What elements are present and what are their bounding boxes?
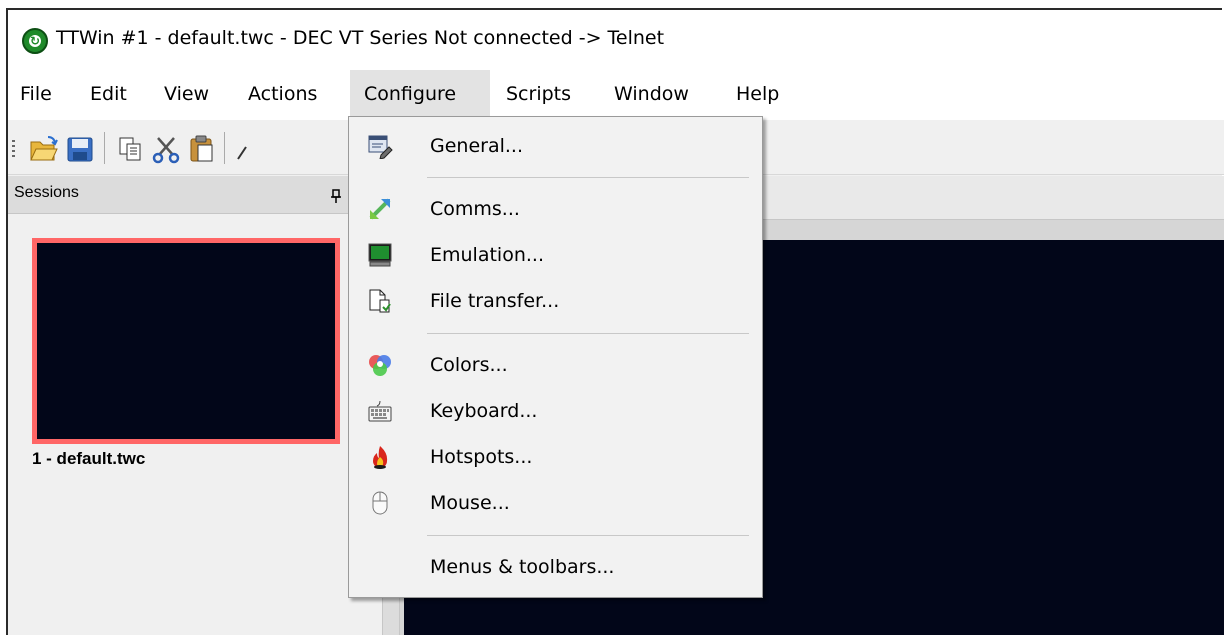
menu-bar: File Edit View Actions Configure Scripts… <box>8 70 1224 120</box>
session-label[interactable]: 1 - default.twc <box>32 449 145 469</box>
comms-arrows-icon <box>367 196 393 222</box>
menu-item-general[interactable]: General... <box>349 123 762 169</box>
menu-file[interactable]: File <box>14 70 52 118</box>
menu-item-hotspots-label: Hotspots... <box>430 446 533 468</box>
menu-item-keyboard-label: Keyboard... <box>430 400 538 422</box>
menu-item-general-label: General... <box>430 135 523 157</box>
menu-item-mouse-label: Mouse... <box>430 492 510 514</box>
session-thumbnail[interactable] <box>32 238 340 444</box>
sessions-panel: Sessions 1 - default.twc <box>8 176 382 635</box>
general-settings-icon <box>367 133 393 160</box>
menu-item-comms[interactable]: Comms... <box>349 186 762 232</box>
colors-icon <box>367 352 393 378</box>
pin-icon[interactable] <box>330 188 342 203</box>
save-icon[interactable] <box>64 133 96 165</box>
toolbar-overflow-icon[interactable] <box>234 133 248 165</box>
menu-item-colors-label: Colors... <box>430 354 508 376</box>
menu-window[interactable]: Window <box>614 70 714 118</box>
menu-edit[interactable]: Edit <box>86 70 131 118</box>
menu-separator <box>427 535 749 536</box>
configure-dropdown-menu: General... Comms... Emulation... File tr… <box>348 116 763 598</box>
toolbar-grip[interactable] <box>12 140 15 158</box>
copy-icon[interactable] <box>114 133 146 165</box>
menu-item-file-transfer[interactable]: File transfer... <box>349 278 762 324</box>
open-folder-icon[interactable] <box>28 133 60 165</box>
menu-item-emulation-label: Emulation... <box>430 244 544 266</box>
menu-separator <box>427 333 749 334</box>
window-title: TTWin #1 - default.twc - DEC VT Series N… <box>56 27 665 49</box>
menu-item-file-transfer-label: File transfer... <box>430 290 560 312</box>
mouse-icon <box>367 490 393 516</box>
emulation-monitor-icon <box>367 242 393 268</box>
cut-icon[interactable] <box>150 133 182 165</box>
menu-item-menus-toolbars-label: Menus & toolbars... <box>430 556 615 578</box>
menu-help[interactable]: Help <box>736 70 792 118</box>
toolbar-separator <box>224 132 225 164</box>
menu-item-emulation[interactable]: Emulation... <box>349 232 762 278</box>
sessions-title: Sessions <box>14 184 79 201</box>
menu-item-mouse[interactable]: Mouse... <box>349 480 762 526</box>
menu-item-colors[interactable]: Colors... <box>349 342 762 388</box>
menu-item-hotspots[interactable]: Hotspots... <box>349 434 762 480</box>
paste-icon[interactable] <box>186 133 218 165</box>
menu-configure[interactable]: Configure <box>350 70 490 118</box>
title-bar: ↻ TTWin #1 - default.twc - DEC VT Series… <box>8 10 1224 70</box>
menu-actions[interactable]: Actions <box>246 70 342 118</box>
ttwin-app-icon[interactable]: ↻ <box>22 28 48 54</box>
menu-scripts[interactable]: Scripts <box>506 70 592 118</box>
file-transfer-icon <box>367 288 393 314</box>
toolbar-separator <box>104 132 105 164</box>
menu-separator <box>427 177 749 178</box>
menu-item-comms-label: Comms... <box>430 198 520 220</box>
keyboard-icon <box>367 398 393 424</box>
menu-item-menus-toolbars[interactable]: Menus & toolbars... <box>349 544 762 590</box>
menu-view[interactable]: View <box>162 70 222 118</box>
menu-item-keyboard[interactable]: Keyboard... <box>349 388 762 434</box>
sessions-header: Sessions <box>8 176 382 214</box>
hotspots-flame-icon <box>367 444 393 470</box>
